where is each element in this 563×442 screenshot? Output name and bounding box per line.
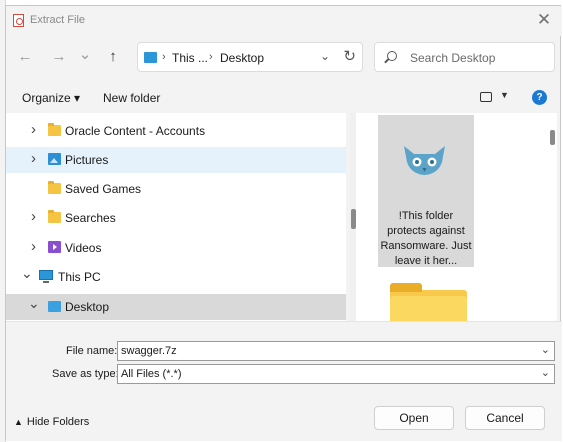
breadcrumb-this-pc[interactable]: This ... [172,51,208,65]
scrollbar-thumb[interactable] [550,130,555,145]
nav-item-saved-games[interactable]: Saved Games [6,176,346,202]
nav-item-label: Videos [65,241,102,255]
file-name-label: File name: [66,345,118,357]
desktop-location-icon [144,52,157,63]
chevron-down-icon[interactable]: ⌄ [541,343,550,356]
breadcrumb-desktop[interactable]: Desktop [220,51,264,65]
hide-folders-label: Hide Folders [26,416,90,428]
save-as-type-select[interactable]: All Files (*.*) ⌄ [117,364,555,384]
file-name-value[interactable]: swagger.7z [121,345,177,357]
chevron-down-icon[interactable] [21,265,33,282]
save-as-type-label: Save as type: [52,368,119,380]
address-bar[interactable]: › This ... › Desktop ⌄ ↻ [137,42,363,72]
view-options-icon[interactable] [480,92,492,102]
file-pane-scrollbar[interactable] [547,113,557,321]
save-as-type-value[interactable]: All Files (*.*) [121,368,182,380]
search-placeholder[interactable]: Search Desktop [410,51,495,65]
hide-folders-button[interactable]: ▲ Hide Folders [14,416,89,428]
refresh-icon[interactable]: ↻ [343,47,356,65]
new-folder-button[interactable]: New folder [103,91,160,105]
folder-icon [48,123,61,136]
chevron-right-icon[interactable] [31,241,36,254]
folder-icon[interactable] [390,283,467,321]
file-list-pane[interactable]: !This folder protects against Ransomware… [356,113,547,321]
cancel-button[interactable]: Cancel [465,406,545,430]
videos-icon [48,241,61,253]
pc-icon [39,270,53,283]
close-icon[interactable]: ✕ [534,10,554,30]
organize-button[interactable]: Organize ▾ [22,91,80,105]
help-icon[interactable]: ? [532,90,547,105]
chevron-up-icon: ▲ [14,417,23,427]
address-dropdown-icon[interactable]: ⌄ [320,49,330,63]
folder-icon [48,210,61,223]
nav-item-desktop[interactable]: Desktop [6,294,346,320]
nav-item-pictures[interactable]: Pictures [6,147,346,173]
nav-item-label: This PC [58,270,101,284]
pictures-icon [48,153,61,165]
nav-item-this-pc[interactable]: This PC [6,264,346,290]
view-dropdown-icon[interactable]: ▼ [500,90,509,100]
command-bar: Organize ▾ New folder ▼ ? [6,83,562,113]
chevron-down-icon[interactable]: ⌄ [541,366,550,379]
nav-item-label: Searches [65,211,116,225]
folder-icon [48,181,61,194]
nav-item-label: Pictures [65,153,109,167]
window-title: Extract File [30,14,86,26]
chevron-right-icon[interactable] [31,124,36,137]
nav-item-label: Oracle Content - Accounts [65,124,206,138]
owl-logo-icon [404,146,445,175]
extract-file-dialog: Extract File ✕ ← → ⌄ ↑ › This ... › Desk… [5,5,562,441]
search-box[interactable]: Search Desktop [374,42,555,72]
title-bar: Extract File ✕ [6,6,562,36]
open-button[interactable]: Open [374,406,454,430]
recent-locations-chevron-icon[interactable]: ⌄ [76,46,94,64]
file-item-name: !This folder protects against Ransomware… [380,210,472,267]
back-arrow-icon[interactable]: ← [16,48,34,66]
save-fields-panel: File name: swagger.7z ⌄ Save as type: Al… [6,321,562,441]
navigation-pane[interactable]: Oracle Content - Accounts Pictures Saved… [6,113,346,321]
breadcrumb-separator: › [162,51,166,63]
up-arrow-icon[interactable]: ↑ [104,48,122,66]
nav-item-searches[interactable]: Searches [6,205,346,231]
search-icon [387,51,397,61]
nav-item-label: Desktop [65,300,110,314]
desktop-icon [48,301,61,312]
chevron-down-icon[interactable] [28,295,40,312]
chevron-right-icon[interactable] [31,153,36,166]
file-item-ransomware-notice[interactable]: !This folder protects against Ransomware… [378,115,474,267]
file-name-input[interactable]: swagger.7z ⌄ [117,341,555,361]
chevron-right-icon[interactable] [31,211,36,224]
nav-item-videos[interactable]: Videos [6,235,346,261]
nav-item-label: Saved Games [65,182,142,196]
forward-arrow-icon[interactable]: → [50,48,68,66]
pdf-app-icon [13,14,24,27]
nav-item-oracle-content[interactable]: Oracle Content - Accounts [6,118,346,144]
breadcrumb-separator: › [209,51,213,63]
